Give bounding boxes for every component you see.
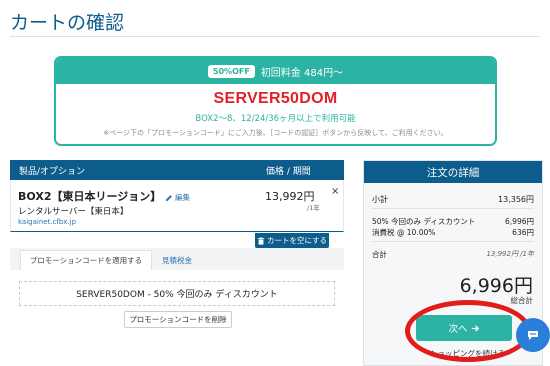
promo-banner-header: 50%OFF 初回料金 484円〜 (56, 58, 495, 84)
promo-note-text: ※ページ下の「プロモーションコード」にご入力後、［コードの認証］ボタンから反映し… (103, 129, 448, 137)
total-row: 合計 13,992円 /1年 (372, 249, 534, 260)
chat-button[interactable] (516, 318, 550, 352)
tax-value: 636円 (512, 228, 534, 237)
subtotal-value: 13,356円 (498, 195, 534, 204)
order-summary-title: 注文の詳細 (364, 161, 542, 183)
item-billing-cycle: /1年 (307, 204, 320, 212)
subtotal-label: 小計 (372, 195, 388, 204)
tab-estimate-tax[interactable]: 見積税金 (162, 250, 192, 270)
subtotal-row: 小計 13,356円 (372, 194, 534, 205)
tab-apply-promo[interactable]: プロモーションコードを適用する (20, 250, 152, 270)
empty-cart-label: カートを空にする (266, 236, 328, 245)
discount-row: 50% 今回のみ ディスカウント 6,996円 (372, 216, 534, 227)
total-amount-label: 総合計 (510, 296, 534, 305)
trash-icon (257, 236, 265, 245)
first-price-text: 初回料金 484円〜 (260, 67, 344, 79)
cart-table-header: 製品/オプション 価格 / 期間 (10, 160, 344, 180)
chat-icon (528, 331, 538, 340)
highlight-circle (405, 300, 531, 362)
total-recurring: 13,992円 /1年 (486, 250, 534, 258)
item-subtitle: レンタルサーバー【東日本】 (18, 207, 129, 217)
promo-code-text: SERVER50DOM (213, 90, 338, 107)
tax-row: 消費税 @ 10.00% 636円 (372, 227, 534, 238)
item-domain-link[interactable]: kaigainet.cfbx.jp (18, 218, 76, 226)
item-name: BOX2【東日本リージョン】 (18, 190, 162, 203)
remove-item-button[interactable]: × (331, 186, 339, 197)
edit-link[interactable]: 編集 (165, 192, 190, 203)
remove-promo-button[interactable]: プロモーションコードを削除 (124, 311, 232, 328)
summary-divider (372, 208, 534, 209)
column-price: 価格 / 期間 (266, 166, 311, 177)
promo-condition-text: BOX2〜8、12/24/36ヶ月以上で利用可能 (195, 114, 356, 124)
promo-banner: 50%OFF 初回料金 484円〜 SERVER50DOM BOX2〜8、12/… (54, 56, 497, 146)
applied-promo-box: SERVER50DOM - 50% 今回のみ ディスカウント (19, 281, 335, 306)
discount-badge: 50%OFF (207, 64, 255, 78)
tax-label: 消費税 @ 10.00% (372, 228, 436, 237)
edit-link-label: 編集 (175, 193, 190, 202)
total-label: 合計 (372, 250, 387, 259)
discount-value: 6,996円 (505, 217, 534, 226)
discount-label: 50% 今回のみ ディスカウント (372, 217, 476, 226)
empty-cart-button[interactable]: カートを空にする (255, 233, 329, 248)
total-amount: 6,996円 (459, 275, 533, 297)
title-divider (10, 36, 540, 37)
page-title: カートの確認 (10, 12, 125, 34)
pencil-icon (165, 194, 172, 201)
cart-item-row: BOX2【東日本リージョン】 編集 レンタルサーバー【東日本】 kaigaine… (10, 180, 344, 232)
column-product: 製品/オプション (19, 166, 86, 177)
summary-divider (372, 241, 534, 242)
